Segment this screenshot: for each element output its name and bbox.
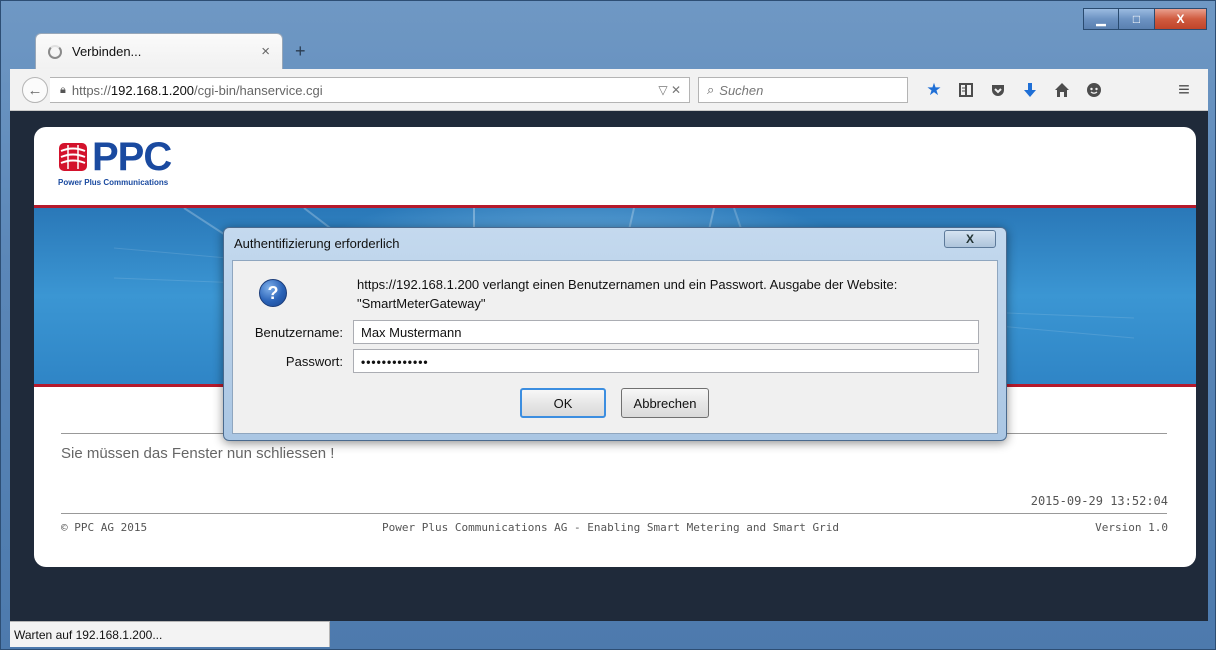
ppc-symbol-icon: [59, 143, 87, 171]
pocket-icon[interactable]: [982, 77, 1014, 103]
status-bar: Warten auf 192.168.1.200...: [10, 621, 330, 647]
toolbar-icons: ★: [918, 77, 1110, 103]
dialog-title: Authentifizierung erforderlich: [234, 236, 400, 251]
copyright-text: © PPC AG 2015: [61, 521, 148, 534]
dialog-message-line2: "SmartMeterGateway": [357, 296, 486, 311]
ok-button[interactable]: OK: [520, 388, 606, 418]
tab-title: Verbinden...: [72, 44, 142, 59]
tab-close-icon[interactable]: ×: [261, 43, 270, 60]
password-label: Passwort:: [285, 354, 343, 369]
back-button[interactable]: ←: [22, 77, 48, 103]
reading-list-icon[interactable]: [950, 77, 982, 103]
dialog-message: https://192.168.1.200 verlangt einen Ben…: [357, 275, 977, 313]
window-controls: ▁ □ X: [1083, 8, 1207, 30]
url-prefix: https://: [71, 82, 111, 98]
close-window-button[interactable]: X: [1155, 8, 1207, 30]
search-icon: ⌕: [707, 82, 715, 97]
lock-icon: 🔒︎: [60, 83, 66, 96]
url-host: 192.168.1.200: [110, 82, 195, 98]
url-bar[interactable]: 🔒︎ https:// 192.168.1.200 /cgi-bin/hanse…: [50, 77, 690, 103]
star-icon[interactable]: ★: [918, 77, 950, 103]
search-input[interactable]: ⌕ Suchen: [698, 77, 908, 103]
version-text: Version 1.0: [1095, 521, 1168, 534]
loading-spinner-icon: [48, 44, 62, 59]
username-label: Benutzername:: [254, 325, 343, 340]
divider-bottom: [61, 513, 1167, 514]
auth-dialog: Authentifizierung erforderlich X ? https…: [223, 227, 1007, 441]
download-icon[interactable]: [1014, 77, 1046, 103]
password-field[interactable]: •••••••••••••: [353, 349, 979, 373]
question-icon: ?: [259, 279, 287, 307]
new-tab-button[interactable]: +: [295, 41, 306, 62]
timestamp: 2015-09-29 13:52:04: [1030, 494, 1168, 508]
company-tagline: Power Plus Communications AG - Enabling …: [382, 521, 839, 534]
menu-icon[interactable]: ≡: [1170, 77, 1198, 103]
minimize-button[interactable]: ▁: [1083, 8, 1119, 30]
url-path: /cgi-bin/hanservice.cgi: [194, 82, 323, 98]
browser-window: ▁ □ X Verbinden... × + ← 🔒︎ https:// 192…: [0, 0, 1216, 650]
close-window-message: Sie müssen das Fenster nun schliessen !: [61, 445, 335, 462]
cancel-button[interactable]: Abbrechen: [621, 388, 709, 418]
navigation-bar: ← 🔒︎ https:// 192.168.1.200 /cgi-bin/han…: [10, 69, 1208, 111]
search-placeholder: Suchen: [719, 82, 764, 98]
logo-subtitle: Power Plus Communications: [58, 178, 169, 187]
maximize-button[interactable]: □: [1119, 8, 1155, 30]
username-field[interactable]: [353, 320, 979, 344]
dialog-body: ? https://192.168.1.200 verlangt einen B…: [232, 260, 998, 434]
tab-verbinden[interactable]: Verbinden... ×: [35, 33, 283, 69]
logo-text: PPC: [92, 135, 172, 179]
dialog-message-line1: https://192.168.1.200 verlangt einen Ben…: [357, 277, 898, 292]
home-icon[interactable]: [1046, 77, 1078, 103]
chat-icon[interactable]: [1078, 77, 1110, 103]
ppc-logo: PPC Power Plus Communications: [58, 135, 172, 187]
dialog-close-button[interactable]: X: [944, 230, 996, 248]
url-dropdown-stop-icon[interactable]: ▽ ✕: [658, 83, 681, 97]
